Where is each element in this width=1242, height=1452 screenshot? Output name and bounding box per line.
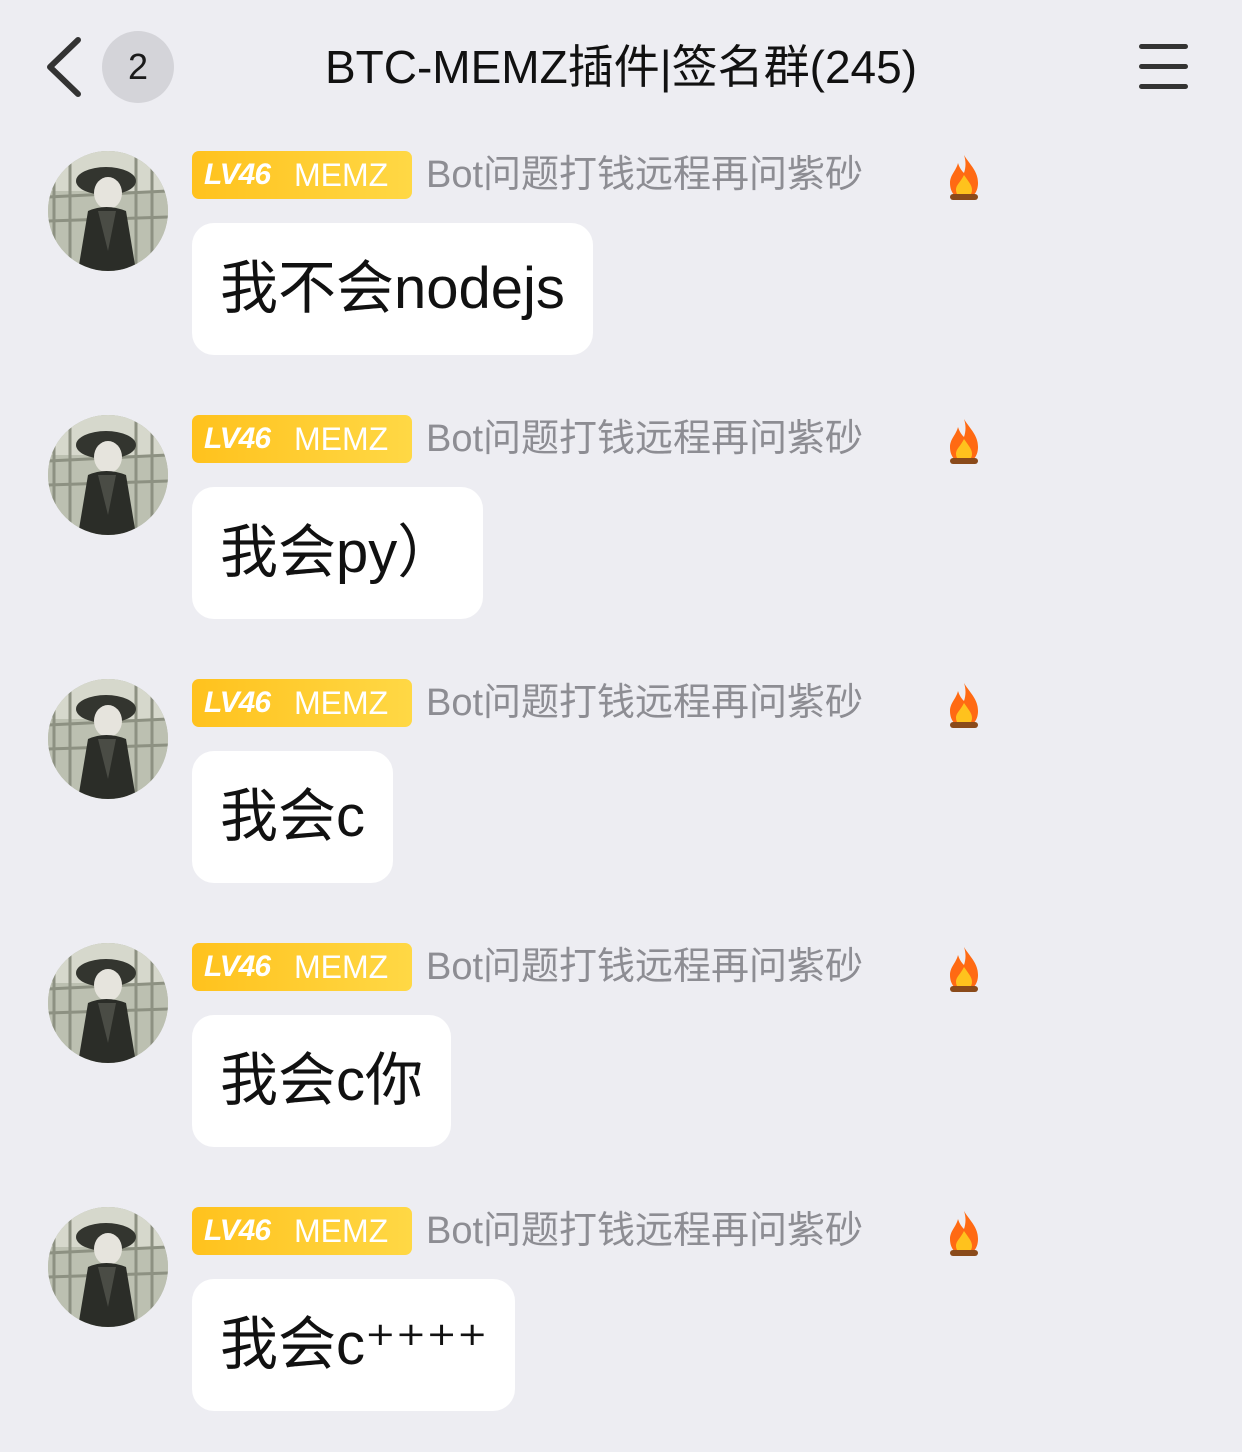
avatar[interactable]: [48, 679, 168, 799]
sender-name[interactable]: Bot问题打钱远程再问紫砂: [426, 1207, 863, 1255]
chat-header: 2 BTC-MEMZ插件|签名群(245): [0, 0, 1242, 130]
chevron-left-icon: [47, 37, 81, 97]
message-bubble[interactable]: 我会py）: [192, 487, 484, 619]
level-badge: LV46 MEMZ: [192, 1207, 412, 1255]
message-item: LV46 MEMZ Bot问题打钱远程再问紫砂 我会c你: [0, 943, 1242, 1183]
level-badge: LV46 MEMZ: [192, 151, 412, 199]
sender-name[interactable]: Bot问题打钱远程再问紫砂: [426, 415, 863, 463]
menu-button[interactable]: [1136, 42, 1192, 92]
level-badge: LV46 MEMZ: [192, 943, 412, 991]
avatar-image: [48, 1207, 168, 1327]
avatar-image: [48, 943, 168, 1063]
sender-name[interactable]: Bot问题打钱远程再问紫砂: [426, 943, 863, 991]
message-item: LV46 MEMZ Bot问题打钱远程再问紫砂 我会py）: [0, 415, 1242, 655]
message-item: LV46 MEMZ Bot问题打钱远程再问紫砂 我不会nodejs: [0, 151, 1242, 391]
level-label: LV46: [204, 1214, 271, 1247]
level-label: LV46: [204, 686, 271, 719]
hamburger-menu-icon: [1139, 44, 1188, 49]
sender-name[interactable]: Bot问题打钱远程再问紫砂: [426, 679, 863, 727]
level-label: LV46: [204, 422, 271, 455]
flame-icon: [950, 419, 978, 464]
avatar[interactable]: [48, 151, 168, 271]
flame-icon: [950, 1211, 978, 1256]
member-tag: MEMZ: [294, 1213, 389, 1249]
group-title[interactable]: BTC-MEMZ插件|签名群(245): [230, 36, 1012, 98]
avatar-image: [48, 415, 168, 535]
unread-count-badge[interactable]: 2: [102, 31, 174, 103]
sender-name[interactable]: Bot问题打钱远程再问紫砂: [426, 151, 863, 199]
flame-icon: [950, 947, 978, 992]
avatar[interactable]: [48, 1207, 168, 1327]
message-bubble[interactable]: 我会c你: [192, 1015, 452, 1147]
member-tag: MEMZ: [294, 949, 389, 985]
avatar-image: [48, 679, 168, 799]
member-tag: MEMZ: [294, 157, 389, 193]
avatar-image: [48, 151, 168, 271]
back-button[interactable]: [38, 34, 98, 100]
member-tag: MEMZ: [294, 421, 389, 457]
level-label: LV46: [204, 950, 271, 983]
avatar[interactable]: [48, 943, 168, 1063]
message-bubble[interactable]: 我会c⁺⁺⁺⁺: [192, 1279, 516, 1411]
message-item: LV46 MEMZ Bot问题打钱远程再问紫砂 我会c: [0, 679, 1242, 919]
level-badge: LV46 MEMZ: [192, 415, 412, 463]
level-badge: LV46 MEMZ: [192, 679, 412, 727]
flame-icon: [950, 683, 978, 728]
level-label: LV46: [204, 158, 271, 191]
message-bubble[interactable]: 我不会nodejs: [192, 223, 593, 355]
message-item: LV46 MEMZ Bot问题打钱远程再问紫砂 我会c⁺⁺⁺⁺: [0, 1207, 1242, 1447]
message-bubble[interactable]: 我会c: [192, 751, 394, 883]
member-tag: MEMZ: [294, 685, 389, 721]
flame-icon: [950, 155, 978, 200]
avatar[interactable]: [48, 415, 168, 535]
